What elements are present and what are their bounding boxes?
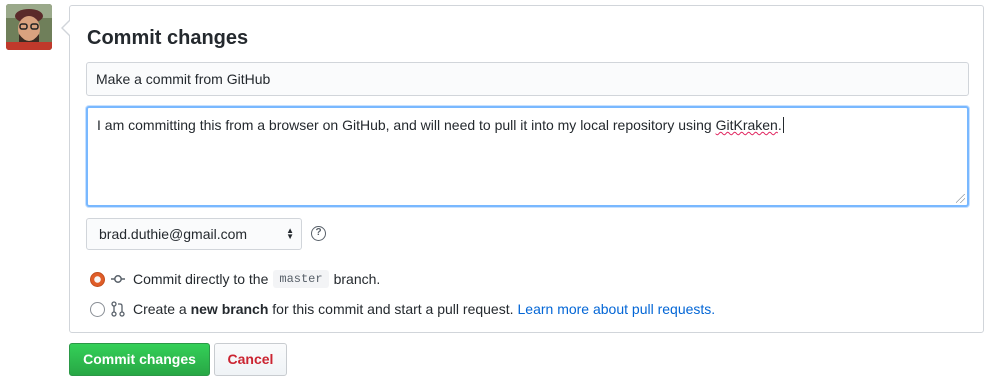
git-commit-icon xyxy=(111,275,125,283)
branch-name-code: master xyxy=(273,270,329,288)
description-text: I am committing this from a browser on G… xyxy=(97,117,784,133)
option-new-branch[interactable]: Create a new branch for this commit and … xyxy=(90,301,715,317)
cancel-button[interactable]: Cancel xyxy=(214,343,287,376)
radio-new-branch[interactable] xyxy=(90,301,105,317)
question-circle-icon[interactable]: ? xyxy=(311,226,326,241)
resize-handle-icon[interactable] xyxy=(956,194,965,203)
avatar[interactable] xyxy=(6,4,52,50)
page-title: Commit changes xyxy=(87,27,249,49)
learn-more-pull-requests-link[interactable]: Learn more about pull requests. xyxy=(518,301,716,317)
radio-commit-direct[interactable] xyxy=(90,271,105,287)
select-arrows-icon: ▲ ▼ xyxy=(286,226,294,241)
commit-summary-input[interactable]: Make a commit from GitHub xyxy=(86,62,969,96)
option-commit-direct[interactable]: Commit directly to the master branch. xyxy=(90,270,380,288)
email-select-value: brad.duthie@gmail.com xyxy=(99,226,248,242)
git-pull-request-icon xyxy=(111,301,125,317)
option-direct-label: Commit directly to the xyxy=(133,271,269,287)
user-avatar-photo-icon xyxy=(6,4,52,50)
option-new-branch-label: Create a xyxy=(133,301,187,317)
commit-panel: Commit changes Make a commit from GitHub… xyxy=(61,5,984,333)
commit-changes-button[interactable]: Commit changes xyxy=(69,343,210,376)
text-cursor xyxy=(782,117,784,133)
commit-description-textarea[interactable]: I am committing this from a browser on G… xyxy=(86,106,969,207)
spellcheck-word: GitKraken xyxy=(715,117,778,133)
author-email-select[interactable]: brad.duthie@gmail.com ▲ ▼ xyxy=(86,218,302,250)
